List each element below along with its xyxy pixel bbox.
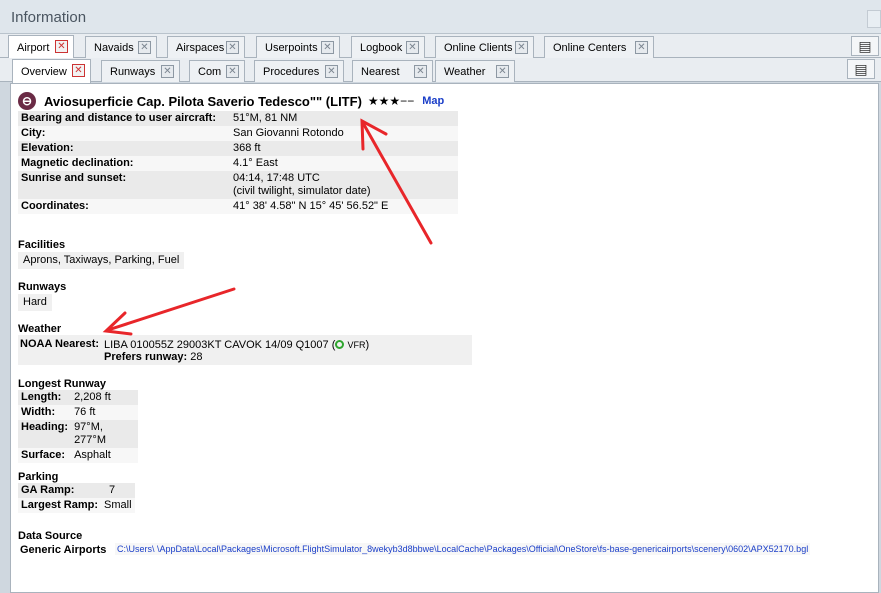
- window-title: Information: [11, 9, 87, 26]
- airport-icon: ⊖: [18, 92, 36, 110]
- airport-details-table: Bearing and distance to user aircraft: 5…: [18, 111, 458, 214]
- parking-heading: Parking: [18, 471, 59, 483]
- table-row: Sunrise and sunset: 04:14, 17:48 UTC (ci…: [18, 171, 458, 199]
- tab-runways[interactable]: Runways ✕: [101, 60, 180, 82]
- tab-online-centers[interactable]: Online Centers ✕: [544, 36, 654, 58]
- close-tab-icon[interactable]: ✕: [635, 41, 648, 54]
- close-tab-icon[interactable]: ✕: [321, 41, 334, 54]
- data-source-label: Generic Airports: [20, 544, 107, 556]
- prefers-runway-label: Prefers runway:: [104, 351, 188, 363]
- facilities-value: Aprons, Taxiways, Parking, Fuel: [18, 252, 185, 269]
- tab-userpoints[interactable]: Userpoints ✕: [256, 36, 340, 58]
- table-row: Coordinates: 41° 38' 4.58" N 15° 45' 56.…: [18, 199, 458, 214]
- close-tab-icon[interactable]: ✕: [226, 65, 239, 78]
- data-source-path-link[interactable]: C:\Users\ \AppData\Local\Packages\Micros…: [115, 543, 811, 555]
- close-tab-icon[interactable]: ✕: [161, 65, 174, 78]
- table-row: Magnetic declination: 4.1° East: [18, 156, 458, 171]
- facilities-heading: Facilities: [18, 239, 66, 251]
- airport-sub-tab-bar: Overview ✕ Runways ✕ Com ✕ Procedures ✕ …: [0, 58, 881, 83]
- close-tab-icon[interactable]: ✕: [515, 41, 528, 54]
- noaa-label: NOAA Nearest:: [20, 338, 100, 350]
- tab-menu-icon[interactable]: ▤: [851, 36, 879, 56]
- table-row: City: San Giovanni Rotondo: [18, 126, 458, 141]
- airport-header: ⊖ Aviosuperficie Cap. Pilota Saverio Ted…: [18, 92, 444, 110]
- main-tab-bar: Airport ✕ Navaids ✕ Airspaces ✕ Userpoin…: [0, 34, 881, 59]
- parking-table: GA Ramp: 7 Largest Ramp: Small: [18, 483, 135, 513]
- longest-runway-table: Length: 2,208 ft Width: 76 ft Heading: 97°M…: [18, 390, 138, 463]
- tab-procedures[interactable]: Procedures ✕: [254, 60, 344, 82]
- runways-value: Hard: [18, 294, 52, 311]
- close-icon[interactable]: [867, 10, 881, 28]
- overview-panel: ⊖ Aviosuperficie Cap. Pilota Saverio Ted…: [10, 83, 879, 593]
- close-tab-icon[interactable]: ✕: [414, 65, 427, 78]
- close-tab-icon[interactable]: ✕: [226, 41, 239, 54]
- window-titlebar: Information: [0, 0, 881, 34]
- table-row: Heading: 97°M, 277°M: [18, 420, 138, 448]
- table-row: Length: 2,208 ft: [18, 390, 138, 405]
- close-tab-icon[interactable]: ✕: [138, 41, 151, 54]
- airport-name: Aviosuperficie Cap. Pilota Saverio Tedes…: [44, 93, 362, 109]
- table-row: Elevation: 368 ft: [18, 141, 458, 156]
- flight-rules: VFR: [347, 340, 366, 350]
- table-row: GA Ramp: 7: [18, 483, 135, 498]
- data-source-heading: Data Source: [18, 530, 83, 542]
- tab-logbook[interactable]: Logbook ✕: [351, 36, 425, 58]
- table-row: Surface: Asphalt: [18, 448, 138, 463]
- longest-runway-heading: Longest Runway: [18, 378, 107, 390]
- close-tab-icon[interactable]: ✕: [72, 64, 85, 77]
- close-tab-icon[interactable]: ✕: [55, 40, 68, 53]
- tab-overview[interactable]: Overview ✕: [12, 59, 91, 83]
- close-tab-icon[interactable]: ✕: [496, 65, 509, 78]
- tab-weather[interactable]: Weather ✕: [435, 60, 515, 82]
- table-row: Bearing and distance to user aircraft: 5…: [18, 111, 458, 126]
- tab-navaids[interactable]: Navaids ✕: [85, 36, 157, 58]
- tab-airspaces[interactable]: Airspaces ✕: [167, 36, 245, 58]
- table-row: Largest Ramp: Small: [18, 498, 135, 513]
- vfr-circle-icon: [335, 340, 345, 349]
- weather-box: NOAA Nearest: LIBA 010055Z 29003KT CAVOK…: [18, 335, 472, 365]
- close-tab-icon[interactable]: ✕: [406, 41, 419, 54]
- tab-nearest[interactable]: Nearest ✕: [352, 60, 433, 82]
- rating-stars: ★★★−−: [367, 94, 415, 108]
- weather-heading: Weather: [18, 323, 62, 335]
- map-link[interactable]: Map: [422, 95, 444, 107]
- metar-text: LIBA 010055Z 29003KT CAVOK 14/09 Q1007: [104, 339, 329, 351]
- runways-heading: Runways: [18, 281, 67, 293]
- sub-tab-menu-icon[interactable]: ▤: [847, 59, 875, 79]
- tab-airport[interactable]: Airport ✕: [8, 35, 74, 59]
- close-tab-icon[interactable]: ✕: [325, 65, 338, 78]
- tab-com[interactable]: Com ✕: [189, 60, 245, 82]
- table-row: Width: 76 ft: [18, 405, 138, 420]
- prefers-runway-value: 28: [190, 351, 203, 363]
- tab-online-clients[interactable]: Online Clients ✕: [435, 36, 534, 58]
